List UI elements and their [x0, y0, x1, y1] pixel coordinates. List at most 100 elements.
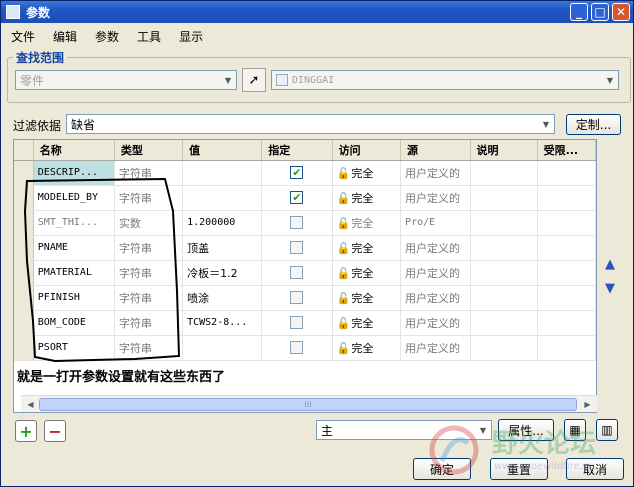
- designated-checkbox[interactable]: ✔: [290, 166, 304, 180]
- designated-checkbox[interactable]: [290, 291, 304, 305]
- add-parameter-button[interactable]: +: [15, 420, 37, 442]
- column-header-name[interactable]: 名称: [33, 140, 115, 161]
- column-header-access[interactable]: 访问: [332, 140, 402, 161]
- maximize-button[interactable]: □: [591, 3, 609, 21]
- cell-designated[interactable]: [261, 285, 333, 311]
- cell-restricted[interactable]: [537, 185, 596, 211]
- cell-designated[interactable]: ✔: [261, 185, 333, 211]
- columns-button[interactable]: ▥: [596, 419, 618, 441]
- cell-description[interactable]: [470, 260, 538, 286]
- cell-designated[interactable]: [261, 310, 333, 336]
- scroll-right-icon[interactable]: ▶: [580, 397, 595, 412]
- cell-description[interactable]: [470, 310, 538, 336]
- cell-value[interactable]: [182, 185, 263, 211]
- cell-restricted[interactable]: [537, 285, 596, 311]
- cell-source[interactable]: 用户定义的: [400, 335, 471, 361]
- ok-button[interactable]: 确定: [413, 458, 471, 480]
- cell-access[interactable]: 🔓完全: [332, 310, 402, 336]
- properties-button[interactable]: 属性...: [498, 419, 554, 441]
- cell-designated[interactable]: [261, 210, 333, 236]
- cell-restricted[interactable]: [537, 310, 596, 336]
- table-view-button[interactable]: ▦: [564, 419, 586, 441]
- access-label: 完全: [351, 291, 374, 305]
- cell-description[interactable]: [470, 185, 538, 211]
- cell-source[interactable]: Pro/E: [400, 210, 471, 236]
- column-header-value[interactable]: 值: [182, 140, 263, 161]
- cell-source[interactable]: 用户定义的: [400, 235, 471, 261]
- cell-description[interactable]: [470, 335, 538, 361]
- customize-button[interactable]: 定制...: [566, 114, 621, 135]
- cell-access[interactable]: 🔓完全: [332, 160, 402, 186]
- menu-tools[interactable]: 工具: [127, 28, 169, 45]
- cell-restricted[interactable]: [537, 160, 596, 186]
- column-header-type[interactable]: 类型: [114, 140, 184, 161]
- menu-display[interactable]: 显示: [169, 28, 211, 45]
- cell-source[interactable]: 用户定义的: [400, 285, 471, 311]
- cell-access[interactable]: 🔓完全: [332, 210, 402, 236]
- cell-restricted[interactable]: [537, 235, 596, 261]
- cell-description[interactable]: [470, 285, 538, 311]
- cancel-button[interactable]: 取消: [566, 458, 624, 480]
- cell-source[interactable]: 用户定义的: [400, 310, 471, 336]
- object-type-select[interactable]: 零件 ▼: [15, 70, 237, 90]
- cell-access[interactable]: 🔓完全: [332, 285, 402, 311]
- object-name-select[interactable]: DINGGAI ▼: [271, 70, 619, 90]
- access-label: 完全: [351, 266, 374, 280]
- cell-source[interactable]: 用户定义的: [400, 260, 471, 286]
- scroll-thumb[interactable]: ⁞⁞⁞: [39, 398, 577, 411]
- cell-value[interactable]: TCWS2-8...: [182, 310, 263, 336]
- menu-parameters[interactable]: 参数: [85, 28, 127, 45]
- access-label: 完全: [351, 191, 374, 205]
- cell-value[interactable]: 冷板＝1.2: [182, 260, 263, 286]
- move-down-icon[interactable]: ▼: [605, 281, 615, 296]
- cell-access[interactable]: 🔓完全: [332, 235, 402, 261]
- cell-restricted[interactable]: [537, 210, 596, 236]
- cell-designated[interactable]: [261, 235, 333, 261]
- cell-restricted[interactable]: [537, 260, 596, 286]
- menu-file[interactable]: 文件: [1, 28, 43, 45]
- reset-button[interactable]: 重置: [490, 458, 548, 480]
- column-header-source[interactable]: 源: [400, 140, 471, 161]
- cell-restricted[interactable]: [537, 335, 596, 361]
- remove-parameter-button[interactable]: −: [44, 420, 66, 442]
- designated-checkbox[interactable]: [290, 341, 304, 355]
- cell-value[interactable]: 1.200000: [182, 210, 263, 236]
- scope-select[interactable]: 主 ▼: [316, 420, 492, 440]
- designated-checkbox[interactable]: [290, 241, 304, 255]
- cell-designated[interactable]: [261, 335, 333, 361]
- object-name-value: DINGGAI: [292, 74, 335, 86]
- move-up-icon[interactable]: ▲: [605, 257, 615, 272]
- designated-checkbox[interactable]: ✔: [290, 191, 304, 205]
- cell-value[interactable]: [182, 160, 263, 186]
- cell-description[interactable]: [470, 210, 538, 236]
- cell-value[interactable]: 顶盖: [182, 235, 263, 261]
- designated-checkbox[interactable]: [290, 266, 304, 280]
- minimize-button[interactable]: _: [570, 3, 588, 21]
- cell-designated[interactable]: [261, 260, 333, 286]
- designated-checkbox[interactable]: [290, 216, 304, 230]
- cell-description[interactable]: [470, 235, 538, 261]
- column-header-restricted[interactable]: 受限...: [537, 140, 596, 161]
- column-header-description[interactable]: 说明: [470, 140, 538, 161]
- cell-value[interactable]: 喷涂: [182, 285, 263, 311]
- horizontal-scrollbar[interactable]: ◀ ⁞⁞⁞ ▶: [21, 395, 597, 412]
- cell-access[interactable]: 🔓完全: [332, 260, 402, 286]
- designated-checkbox[interactable]: [290, 316, 304, 330]
- cell-value[interactable]: [182, 335, 263, 361]
- cell-source[interactable]: 用户定义的: [400, 160, 471, 186]
- annotation-text: 就是一打开参数设置就有这些东西了: [17, 370, 226, 385]
- cursor-arrow-icon: ➚: [248, 72, 260, 88]
- cell-access[interactable]: 🔓完全: [332, 185, 402, 211]
- scroll-left-icon[interactable]: ◀: [23, 397, 38, 412]
- menu-edit[interactable]: 编辑: [43, 28, 85, 45]
- select-object-button[interactable]: ➚: [242, 68, 266, 92]
- object-type-value: 零件: [20, 73, 45, 88]
- cell-access[interactable]: 🔓完全: [332, 335, 402, 361]
- cell-description[interactable]: [470, 160, 538, 186]
- column-header-designated[interactable]: 指定: [261, 140, 333, 161]
- cell-source[interactable]: 用户定义的: [400, 185, 471, 211]
- close-button[interactable]: ✕: [612, 3, 630, 21]
- columns-icon: ▥: [601, 423, 613, 437]
- filter-select[interactable]: 缺省 ▼: [66, 114, 555, 134]
- cell-designated[interactable]: ✔: [261, 160, 333, 186]
